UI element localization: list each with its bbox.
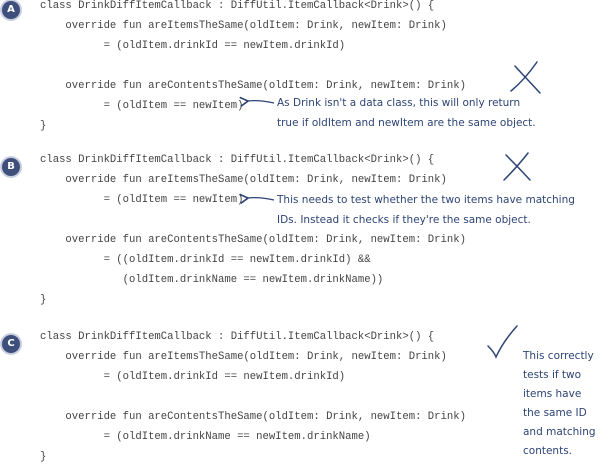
check-mark-icon (487, 325, 518, 359)
code-line: = ((oldItem.drinkId == newItem.drinkId) … (40, 254, 371, 266)
code-line: class DrinkDiffItemCallback : DiffUtil.I… (40, 154, 435, 166)
x-mark-icon (510, 61, 541, 94)
exercise-page: A class DrinkDiffItemCallback : DiffUtil… (0, 0, 600, 465)
code-line: override fun areContentsTheSame(oldItem:… (40, 80, 466, 92)
annotation-b: This needs to test whether the two items… (277, 190, 575, 230)
badge-b: B (2, 158, 20, 176)
code-line: class DrinkDiffItemCallback : DiffUtil.I… (40, 331, 435, 343)
annotation-line: contents. (523, 445, 573, 457)
annotation-line: and matching (523, 426, 596, 438)
annotation-line: the same ID (523, 407, 587, 419)
badge-a: A (2, 1, 20, 19)
annotation-line: true if oldItem and newItem are the same… (277, 117, 536, 129)
code-line: } (40, 451, 47, 463)
code-block-b: class DrinkDiffItemCallback : DiffUtil.I… (40, 150, 466, 310)
badge-c: C (2, 335, 20, 353)
annotation-line: This correctly (523, 350, 594, 362)
code-block-c: class DrinkDiffItemCallback : DiffUtil.I… (40, 327, 466, 467)
annotation-line: IDs. Instead it checks if they're the sa… (277, 214, 531, 226)
code-line: override fun areItemsTheSame(oldItem: Dr… (40, 20, 447, 32)
annotation-line: items have (523, 388, 582, 400)
code-line: = (oldItem == newItem) (40, 100, 244, 112)
code-line: class DrinkDiffItemCallback : DiffUtil.I… (40, 0, 435, 12)
code-line: override fun areContentsTheSame(oldItem:… (40, 411, 466, 423)
code-line: = (oldItem == newItem) (40, 194, 244, 206)
code-line: (oldItem.drinkName == newItem.drinkName)… (40, 274, 384, 286)
x-mark-icon (503, 152, 531, 181)
code-line: override fun areContentsTheSame(oldItem:… (40, 234, 466, 246)
code-line: override fun areItemsTheSame(oldItem: Dr… (40, 351, 447, 363)
code-line: } (40, 294, 47, 306)
code-line: } (40, 120, 47, 132)
code-line: = (oldItem.drinkId == newItem.drinkId) (40, 371, 346, 383)
annotation-line: As Drink isn't a data class, this will o… (277, 97, 521, 109)
annotation-c: This correctly tests if two items have t… (523, 347, 596, 461)
annotation-line: This needs to test whether the two items… (277, 194, 575, 206)
code-line: = (oldItem.drinkName == newItem.drinkNam… (40, 431, 371, 443)
annotation-a: As Drink isn't a data class, this will o… (277, 93, 536, 133)
annotation-line: tests if two (523, 369, 582, 381)
code-line: override fun areItemsTheSame(oldItem: Dr… (40, 174, 447, 186)
code-line: = (oldItem.drinkId == newItem.drinkId) (40, 40, 346, 52)
